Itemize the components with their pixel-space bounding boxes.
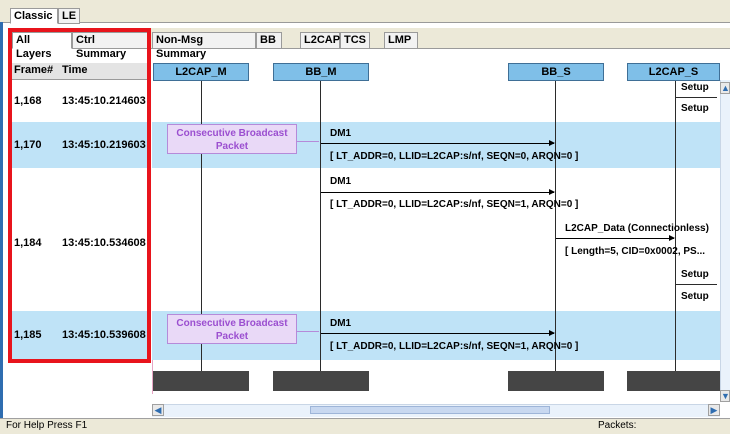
horizontal-scroll-thumb[interactable] bbox=[310, 406, 550, 414]
tab-classic[interactable]: Classic bbox=[10, 8, 58, 24]
message-arrow bbox=[321, 330, 555, 336]
header-bb-m[interactable]: BB_M bbox=[273, 63, 369, 81]
consecutive-broadcast-box[interactable]: Consecutive Broadcast Packet bbox=[167, 314, 297, 344]
footer-box-l2cap-m bbox=[153, 371, 249, 391]
message-detail[interactable]: [ LT_ADDR=0, LLID=L2CAP:s/nf, SEQN=0, AR… bbox=[330, 151, 578, 162]
scroll-up-icon[interactable]: ▲ bbox=[720, 82, 730, 94]
scroll-right-icon[interactable]: ▶ bbox=[708, 404, 720, 416]
highlight-box bbox=[8, 28, 151, 363]
setup-label[interactable]: Setup bbox=[675, 291, 717, 307]
tab-non-msg-summary[interactable]: Non-Msg Summary bbox=[152, 32, 256, 60]
vertical-scrollbar[interactable] bbox=[720, 80, 730, 402]
tab-lmp[interactable]: LMP bbox=[384, 32, 418, 49]
footer-box-bb-s bbox=[508, 371, 604, 391]
message-arrow bbox=[321, 189, 555, 195]
message-name[interactable]: DM1 bbox=[330, 318, 351, 329]
lifeline-bb-s bbox=[555, 80, 556, 371]
header-l2cap-m[interactable]: L2CAP_M bbox=[153, 63, 249, 81]
tab-tcs[interactable]: TCS bbox=[340, 32, 370, 49]
consecutive-broadcast-line2: Packet bbox=[215, 141, 249, 152]
message-name[interactable]: DM1 bbox=[330, 176, 351, 187]
message-arrow bbox=[321, 140, 555, 146]
consecutive-broadcast-line1: Consecutive Broadcast bbox=[176, 318, 288, 329]
consecutive-arrow bbox=[297, 331, 319, 332]
tab-le[interactable]: LE bbox=[58, 8, 80, 24]
header-bb-s[interactable]: BB_S bbox=[508, 63, 604, 81]
consecutive-broadcast-line1: Consecutive Broadcast bbox=[176, 128, 288, 139]
status-packets: Packets: bbox=[598, 420, 637, 431]
consecutive-arrow bbox=[297, 141, 319, 142]
tab-bb[interactable]: BB bbox=[256, 32, 282, 49]
header-l2cap-s[interactable]: L2CAP_S bbox=[627, 63, 720, 81]
tab-l2cap[interactable]: L2CAP bbox=[300, 32, 340, 49]
scroll-left-icon[interactable]: ◀ bbox=[152, 404, 164, 416]
message-arrow bbox=[556, 235, 675, 241]
setup-label[interactable]: Setup bbox=[675, 103, 717, 119]
top-tab-strip bbox=[0, 0, 730, 23]
footer-box-l2cap-s bbox=[627, 371, 720, 391]
window-left-edge bbox=[0, 22, 3, 418]
message-detail[interactable]: [ LT_ADDR=0, LLID=L2CAP:s/nf, SEQN=1, AR… bbox=[330, 199, 578, 210]
footer-box-bb-m bbox=[273, 371, 369, 391]
consecutive-broadcast-box[interactable]: Consecutive Broadcast Packet bbox=[167, 124, 297, 154]
setup-label[interactable]: Setup bbox=[675, 82, 717, 98]
message-name[interactable]: L2CAP_Data (Connectionless) bbox=[565, 223, 709, 234]
lifeline-bb-m bbox=[320, 80, 321, 371]
consecutive-broadcast-line2: Packet bbox=[215, 331, 249, 342]
message-detail[interactable]: [ LT_ADDR=0, LLID=L2CAP:s/nf, SEQN=1, AR… bbox=[330, 341, 578, 352]
message-name[interactable]: DM1 bbox=[330, 128, 351, 139]
setup-label[interactable]: Setup bbox=[675, 269, 717, 285]
status-help-text: For Help Press F1 bbox=[6, 420, 88, 431]
scroll-down-icon[interactable]: ▼ bbox=[720, 390, 730, 402]
message-detail[interactable]: [ Length=5, CID=0x0002, PS... bbox=[565, 246, 705, 257]
